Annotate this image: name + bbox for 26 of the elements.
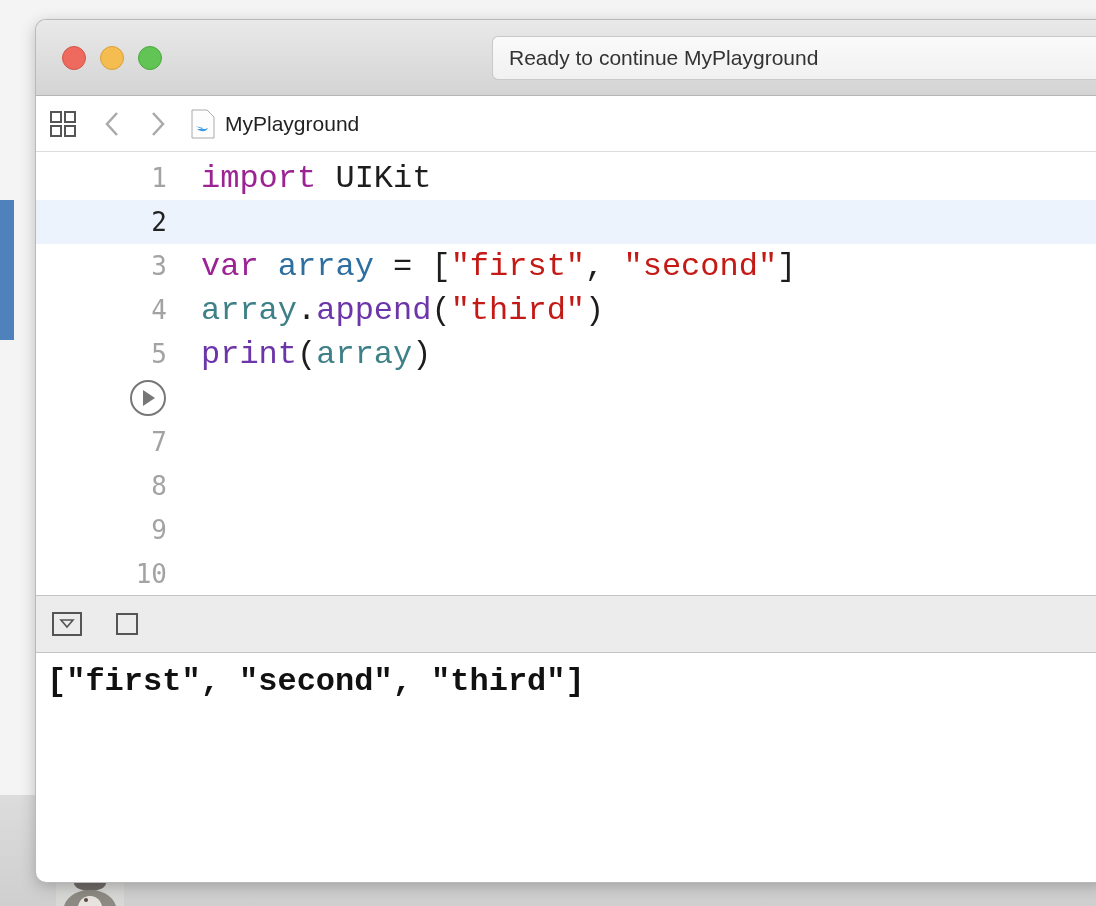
console-output: ["first", "second", "third"] — [46, 662, 586, 700]
zoom-button[interactable] — [138, 45, 162, 70]
forward-icon[interactable] — [151, 110, 165, 137]
run-icon[interactable] — [129, 379, 167, 417]
minimize-button[interactable] — [100, 45, 124, 70]
hide-debug-area-button[interactable] — [52, 612, 82, 636]
line-number: 8 — [150, 471, 167, 501]
status-field: Ready to continue MyPlayground — [492, 35, 1096, 80]
line-number: 7 — [150, 427, 167, 457]
console-toggle-button[interactable] — [116, 613, 138, 635]
code-line: import UIKit — [201, 159, 432, 197]
close-button[interactable] — [62, 45, 86, 70]
line-number: 1 — [150, 163, 167, 193]
line-number: 9 — [150, 515, 167, 545]
code-line: print(array) — [201, 335, 432, 373]
line-number: 4 — [150, 295, 167, 325]
line-number: 2 — [150, 207, 167, 237]
line-number: 10 — [134, 559, 167, 589]
grid-icon[interactable] — [50, 110, 76, 137]
code-line: var array = ["first", "second"] — [201, 247, 797, 285]
back-icon[interactable] — [105, 110, 119, 137]
swift-file-icon — [191, 108, 215, 139]
line-number: 5 — [150, 339, 167, 369]
line-number: 3 — [150, 251, 167, 281]
code-line: array.append("third") — [201, 291, 605, 329]
file-name[interactable]: MyPlayground — [225, 111, 360, 136]
